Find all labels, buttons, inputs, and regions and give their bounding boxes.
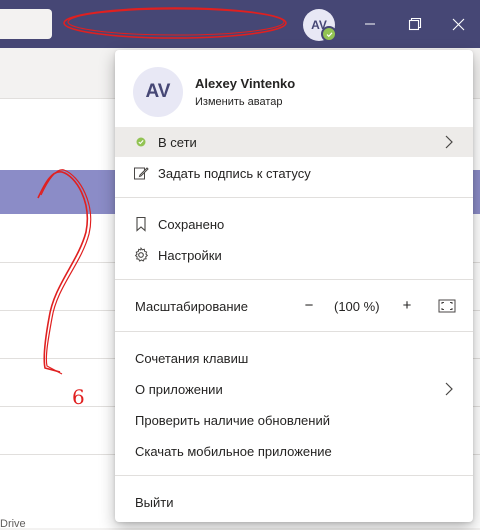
settings-menu-item[interactable]: Настройки [115,240,473,270]
check-updates-item[interactable]: Проверить наличие обновлений [115,405,473,435]
sign-out-label: Выйти [135,495,174,510]
menu-divider [115,279,473,280]
restore-button[interactable] [399,9,431,39]
profile-menu: AV Alexey Vintenko Изменить аватар В сет… [115,50,473,522]
download-mobile-label: Скачать мобильное приложение [135,444,332,459]
zoom-value: (100 %) [334,299,380,314]
menu-divider [115,475,473,476]
minimize-button[interactable] [354,9,386,39]
gear-icon [133,247,149,263]
change-avatar-link[interactable]: Изменить аватар [195,96,283,108]
zoom-row: Масштабирование − (100 %) + [115,290,473,322]
menu-divider [115,197,473,198]
edit-status-icon [133,165,149,181]
status-menu-item[interactable]: В сети [115,127,473,157]
chevron-right-icon [445,135,453,149]
menu-divider [115,331,473,332]
about-menu-item[interactable]: О приложении [115,374,473,404]
download-mobile-item[interactable]: Скачать мобильное приложение [115,436,473,466]
set-status-message-item[interactable]: Задать подпись к статусу [115,158,473,188]
zoom-label: Масштабирование [135,299,249,314]
status-label: В сети [158,135,197,150]
settings-label: Настройки [158,248,222,263]
check-updates-label: Проверить наличие обновлений [135,413,330,428]
fit-to-window-icon[interactable] [438,297,456,315]
profile-avatar-button[interactable]: AV [303,9,337,42]
close-button[interactable] [442,9,474,39]
saved-label: Сохранено [158,217,225,232]
presence-available-icon [133,134,149,150]
search-input[interactable] [0,9,52,39]
avatar-initials: AV [145,81,171,102]
zoom-out-button[interactable]: − [298,293,320,317]
profile-avatar[interactable]: AV [133,67,183,117]
zoom-in-button[interactable]: + [396,293,418,317]
background-footnote: Drive [0,518,26,530]
about-label: О приложении [135,382,223,397]
profile-header: AV Alexey Vintenko Изменить аватар [115,50,473,126]
bookmark-icon [133,216,149,232]
keyboard-shortcuts-item[interactable]: Сочетания клавиш [115,343,473,373]
presence-available-icon [321,26,337,42]
title-bar: AV [0,0,480,48]
saved-menu-item[interactable]: Сохранено [115,209,473,239]
keyboard-shortcuts-label: Сочетания клавиш [135,351,249,366]
chevron-right-icon [445,382,453,396]
set-status-message-label: Задать подпись к статусу [158,166,311,181]
profile-name: Alexey Vintenko [195,76,296,91]
sign-out-item[interactable]: Выйти [115,487,473,517]
